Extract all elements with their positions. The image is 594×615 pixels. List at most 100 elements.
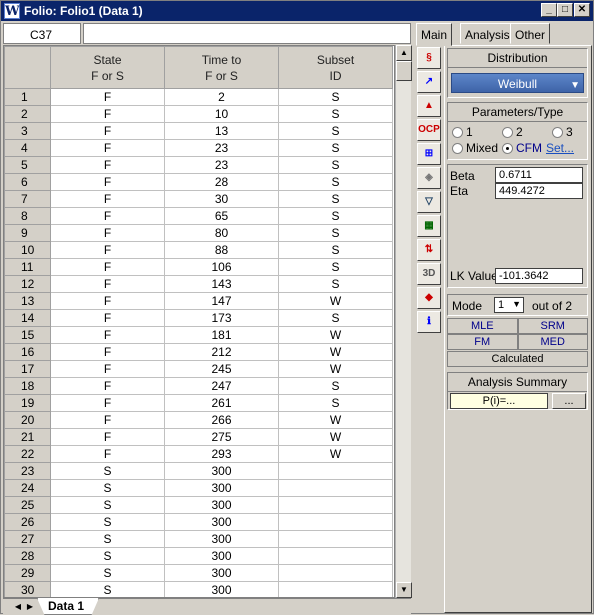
table-cell[interactable]	[278, 479, 393, 497]
table-cell[interactable]: 181	[164, 326, 279, 344]
table-cell[interactable]: F	[50, 105, 165, 123]
row-header[interactable]: 20	[4, 411, 51, 429]
sort-icon[interactable]: ⇅	[417, 239, 441, 261]
table-cell[interactable]	[278, 581, 393, 597]
table-cell[interactable]: S	[278, 190, 393, 208]
row-header[interactable]: 2	[4, 105, 51, 123]
table-cell[interactable]: 247	[164, 377, 279, 395]
eraser-icon[interactable]: ◆	[417, 287, 441, 309]
wizard-icon[interactable]: §	[417, 47, 441, 69]
row-header[interactable]: 17	[4, 360, 51, 378]
mode-select[interactable]: 1 ▼	[494, 297, 524, 313]
table-cell[interactable]: S	[278, 377, 393, 395]
table-cell[interactable]: F	[50, 139, 165, 157]
table-cell[interactable]: S	[278, 88, 393, 106]
row-header[interactable]: 1	[4, 88, 51, 106]
table-cell[interactable]: S	[50, 496, 165, 514]
table-cell[interactable]: 300	[164, 530, 279, 548]
row-header[interactable]: 27	[4, 530, 51, 548]
table-cell[interactable]: W	[278, 428, 393, 446]
column-header-time[interactable]: Time to F or S	[164, 46, 279, 89]
row-header[interactable]: 30	[4, 581, 51, 597]
table-cell[interactable]: F	[50, 156, 165, 174]
table-cell[interactable]: W	[278, 326, 393, 344]
table-cell[interactable]: 300	[164, 479, 279, 497]
table-cell[interactable]: S	[278, 394, 393, 412]
table-cell[interactable]: S	[278, 139, 393, 157]
row-header[interactable]: 25	[4, 496, 51, 514]
transform-icon[interactable]: ◈	[417, 167, 441, 189]
table-cell[interactable]: S	[50, 564, 165, 582]
tab-analysis[interactable]: Analysis	[460, 23, 515, 44]
summary-more-button[interactable]: ...	[552, 393, 586, 409]
med-button[interactable]: MED	[517, 334, 588, 350]
table-cell[interactable]: 212	[164, 343, 279, 361]
srm-button[interactable]: SRM	[517, 318, 588, 334]
table-cell[interactable]: 275	[164, 428, 279, 446]
table-cell[interactable]: 300	[164, 462, 279, 480]
table-cell[interactable]: W	[278, 292, 393, 310]
table-cell[interactable]: F	[50, 326, 165, 344]
table-cell[interactable]	[278, 547, 393, 565]
table-cell[interactable]: S	[50, 513, 165, 531]
table-cell[interactable]: 300	[164, 513, 279, 531]
table-cell[interactable]: 88	[164, 241, 279, 259]
row-header[interactable]: 13	[4, 292, 51, 310]
close-button[interactable]: ✕	[574, 3, 590, 17]
table-cell[interactable]: S	[278, 275, 393, 293]
row-header[interactable]: 22	[4, 445, 51, 463]
table-cell[interactable]: W	[278, 445, 393, 463]
table-cell[interactable]: 173	[164, 309, 279, 327]
eta-field[interactable]: 449.4272	[495, 183, 583, 199]
row-header[interactable]: 4	[4, 139, 51, 157]
row-header[interactable]: 26	[4, 513, 51, 531]
table-cell[interactable]: S	[50, 547, 165, 565]
table-cell[interactable]: 300	[164, 547, 279, 565]
row-header[interactable]: 8	[4, 207, 51, 225]
lk-value-field[interactable]: -101.3642	[495, 268, 583, 284]
plot-icon[interactable]: ↗	[417, 71, 441, 93]
table-cell[interactable]: F	[50, 190, 165, 208]
table-icon[interactable]: ▦	[417, 215, 441, 237]
ocp-icon[interactable]: OCP	[417, 119, 441, 141]
distribution-select[interactable]: Weibull ▼	[451, 73, 584, 93]
select-all-corner[interactable]	[4, 46, 51, 89]
summary-field[interactable]: P(i)=...	[450, 393, 548, 409]
param-option-mixed[interactable]: Mixed	[452, 141, 498, 155]
table-cell[interactable]: F	[50, 411, 165, 429]
table-cell[interactable]: S	[278, 241, 393, 259]
table-cell[interactable]: 10	[164, 105, 279, 123]
table-cell[interactable]	[278, 530, 393, 548]
table-cell[interactable]: 2	[164, 88, 279, 106]
param-option-cfm[interactable]: CFM	[502, 141, 542, 155]
table-cell[interactable]: F	[50, 377, 165, 395]
table-cell[interactable]: F	[50, 241, 165, 259]
table-cell[interactable]: F	[50, 275, 165, 293]
table-cell[interactable]: F	[50, 428, 165, 446]
table-cell[interactable]: F	[50, 173, 165, 191]
table-cell[interactable]: 300	[164, 496, 279, 514]
table-cell[interactable]: 300	[164, 581, 279, 597]
filter-icon[interactable]: ▽	[417, 191, 441, 213]
table-cell[interactable]: S	[278, 207, 393, 225]
table-cell[interactable]: S	[50, 581, 165, 597]
sheet-next-icon[interactable]: ▶	[25, 600, 35, 613]
table-cell[interactable]: S	[50, 479, 165, 497]
row-header[interactable]: 18	[4, 377, 51, 395]
table-cell[interactable]	[278, 513, 393, 531]
table-cell[interactable]: S	[278, 105, 393, 123]
table-cell[interactable]: F	[50, 343, 165, 361]
row-header[interactable]: 11	[4, 258, 51, 276]
table-cell[interactable]	[278, 564, 393, 582]
mle-button[interactable]: MLE	[447, 318, 518, 334]
scroll-up-icon[interactable]: ▲	[396, 45, 412, 61]
table-cell[interactable]: 143	[164, 275, 279, 293]
row-header[interactable]: 21	[4, 428, 51, 446]
table-cell[interactable]: W	[278, 411, 393, 429]
beta-field[interactable]: 0.6711	[495, 167, 583, 183]
3d-icon[interactable]: 3D	[417, 263, 441, 285]
table-cell[interactable]: W	[278, 343, 393, 361]
report-icon[interactable]: ℹ	[417, 311, 441, 333]
grid-icon[interactable]: ⊞	[417, 143, 441, 165]
param-option-3[interactable]: 3	[552, 125, 573, 139]
